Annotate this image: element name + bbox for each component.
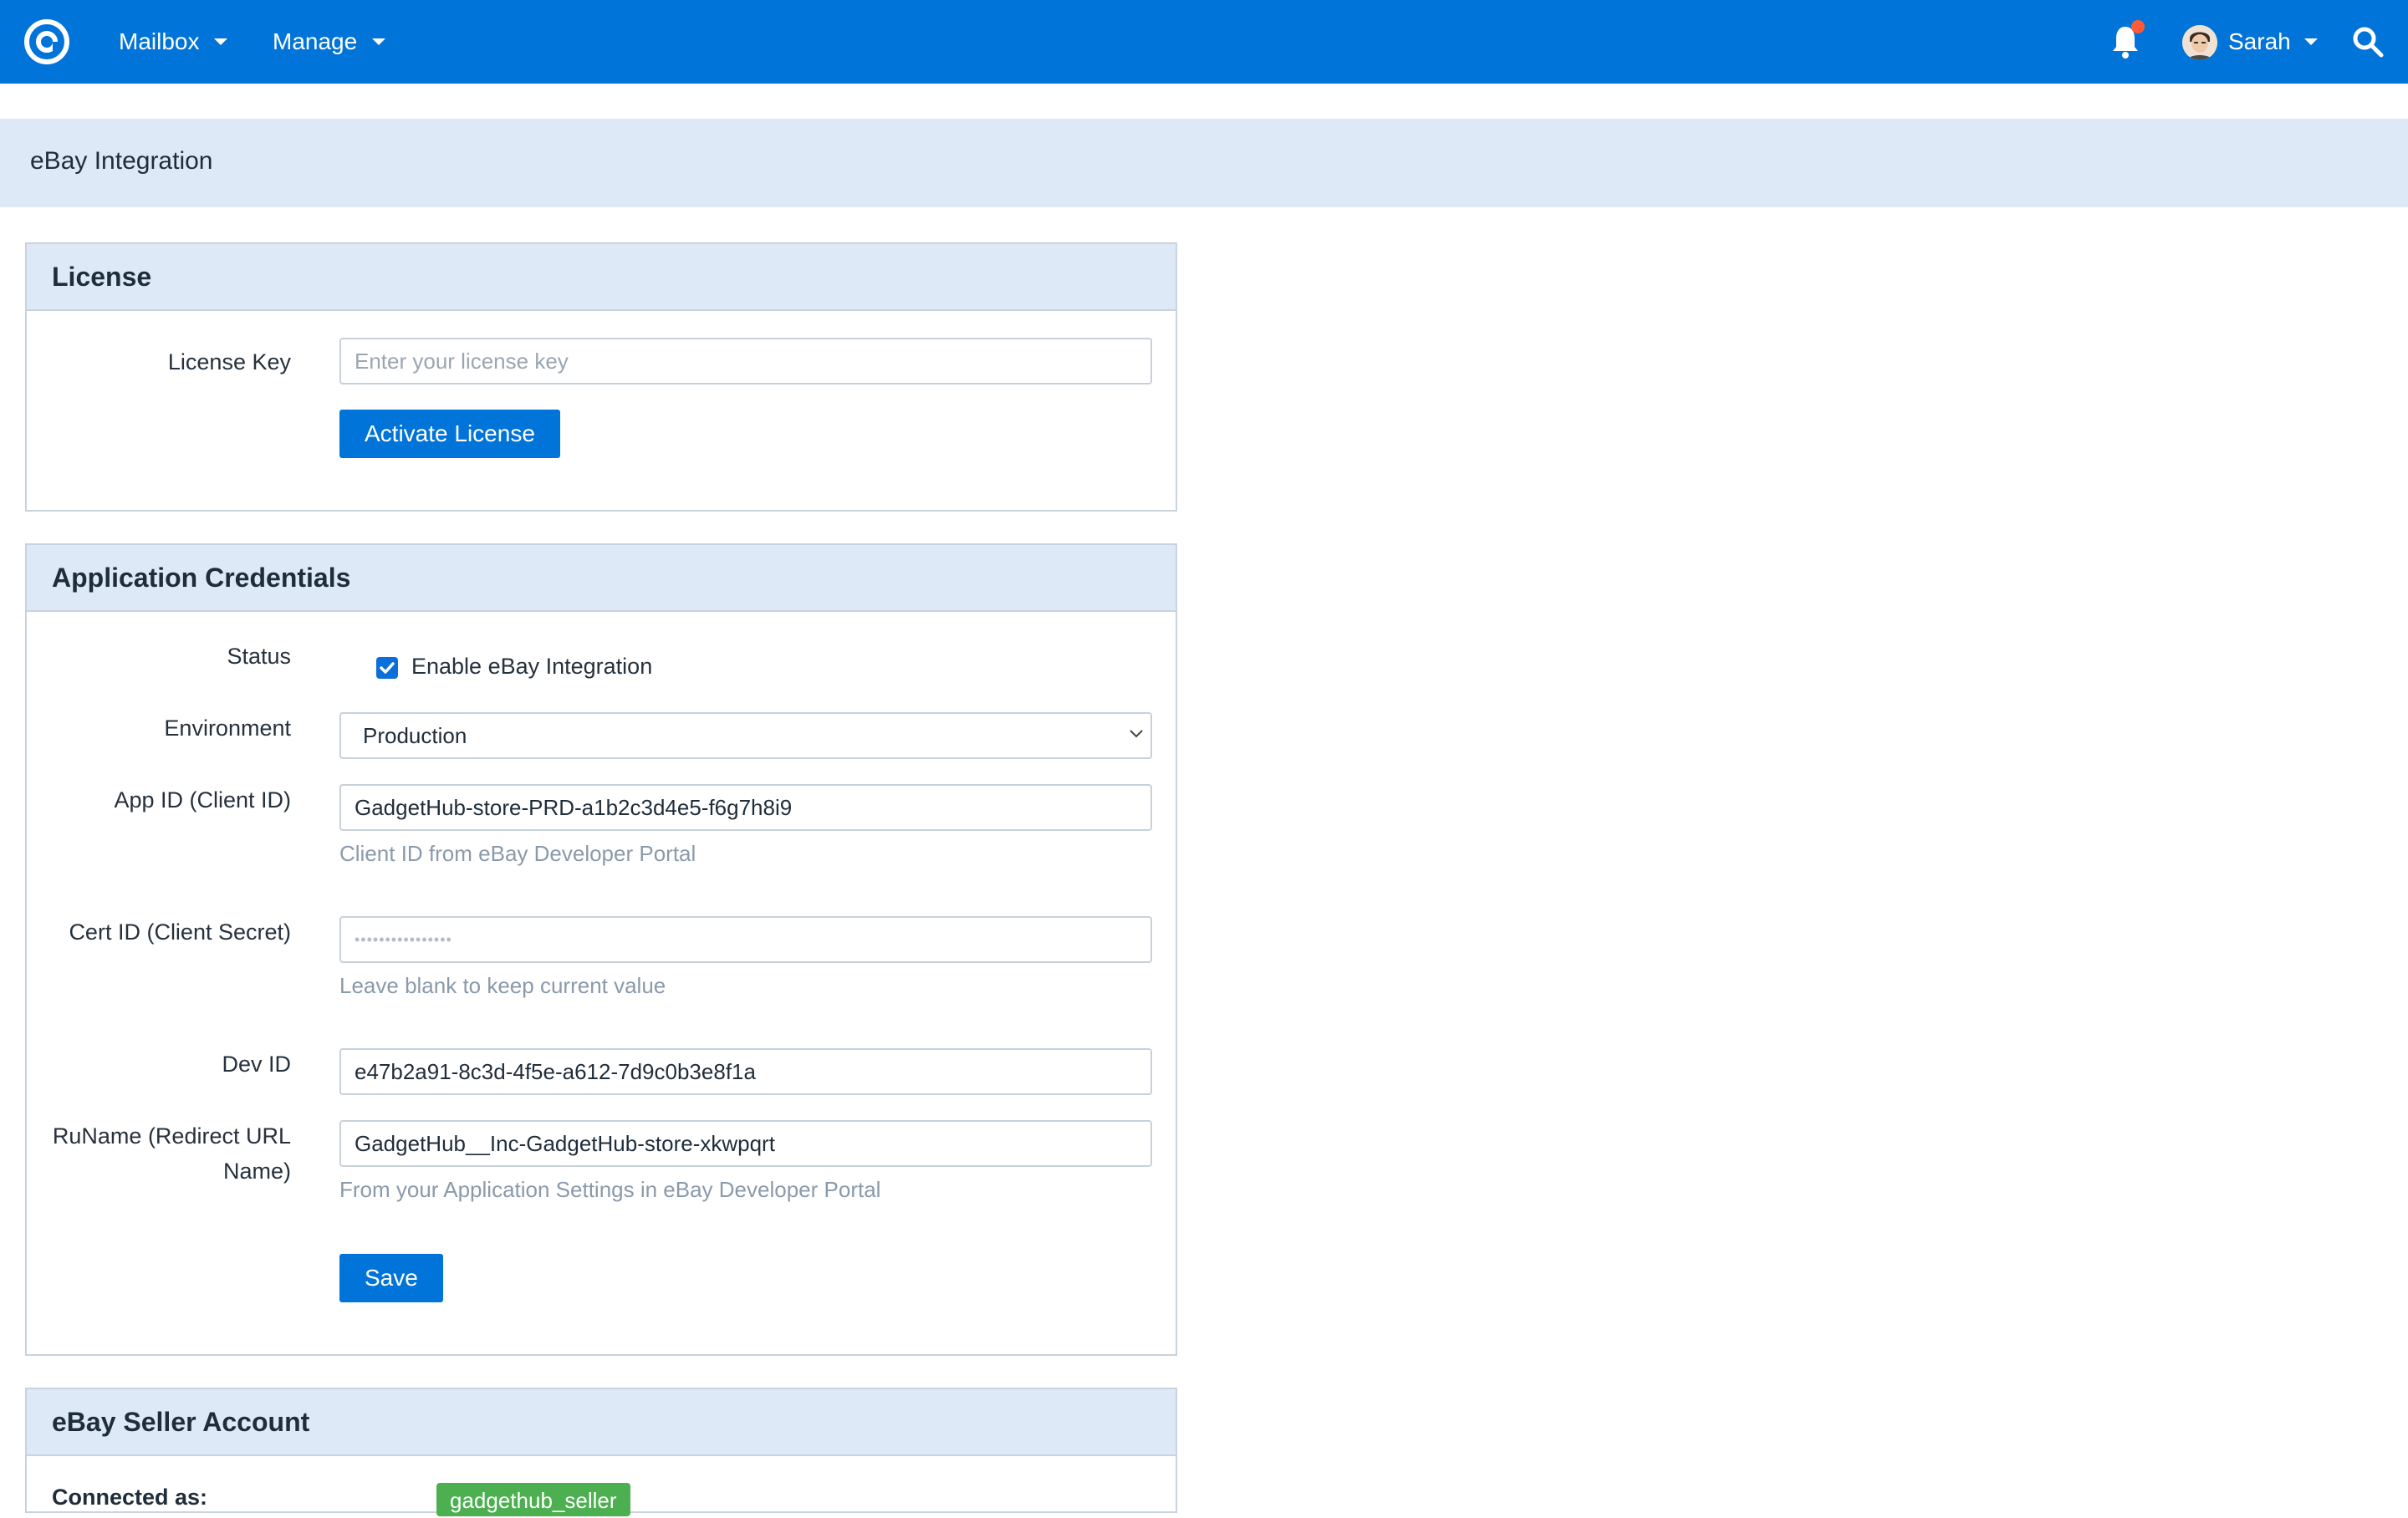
runame-help: From your Application Settings in eBay D… <box>339 1177 881 1202</box>
dev-id-label: Dev ID <box>222 1052 291 1077</box>
top-nav-bar: Mailbox Manage Sarah <box>0 0 2408 84</box>
status-label: Status <box>227 644 291 669</box>
checkbox-checked-icon <box>380 662 395 674</box>
nav-manage-label: Manage <box>273 28 358 54</box>
chevron-down-icon <box>214 38 228 45</box>
app-id-help: Client ID from eBay Developer Portal <box>339 841 696 866</box>
connected-as-label: Connected as: <box>52 1485 208 1510</box>
connected-account-badge: gadgethub_seller <box>436 1483 630 1516</box>
cert-id-input[interactable]: •••••••••••••••• <box>339 916 1152 963</box>
enable-integration-label[interactable]: Enable eBay Integration <box>411 654 652 680</box>
credentials-heading: Application Credentials <box>27 545 1176 612</box>
license-key-label: License Key <box>167 349 291 374</box>
chevron-down-icon <box>2303 38 2318 45</box>
save-button[interactable]: Save <box>339 1254 443 1302</box>
dev-id-input[interactable]: e47b2a91-8c3d-4f5e-a612-7d9c0b3e8f1a <box>339 1048 1152 1095</box>
environment-select[interactable]: Production <box>339 712 1152 759</box>
seller-heading: eBay Seller Account <box>27 1389 1176 1456</box>
runame-input[interactable]: GadgetHub__Inc-GadgetHub-store-xkwpqrt <box>339 1120 1152 1167</box>
environment-label: Environment <box>164 716 291 741</box>
page-title-band: eBay Integration <box>0 119 2408 207</box>
license-key-input[interactable]: Enter your license key <box>339 338 1152 385</box>
nav-manage-menu[interactable]: Manage <box>273 0 386 84</box>
license-panel: License License Key Enter your license k… <box>25 242 1177 512</box>
nav-mailbox-label: Mailbox <box>119 28 200 54</box>
environment-value: Production <box>363 723 467 748</box>
nav-mailbox-menu[interactable]: Mailbox <box>119 0 228 84</box>
app-logo-icon[interactable] <box>23 18 70 65</box>
runame-label-line2: Name) <box>222 1159 291 1184</box>
search-icon[interactable] <box>2351 25 2385 59</box>
cert-id-help: Leave blank to keep current value <box>339 973 666 998</box>
page-title: eBay Integration <box>30 147 213 175</box>
license-heading: License <box>27 244 1176 311</box>
chevron-down-icon <box>1130 730 1143 738</box>
app-id-input[interactable]: GadgetHub-store-PRD-a1b2c3d4e5-f6g7h8i9 <box>339 784 1152 831</box>
user-name: Sarah <box>2228 28 2291 54</box>
user-menu[interactable]: Sarah <box>2228 0 2318 84</box>
credentials-panel: Application Credentials Status Enable eB… <box>25 543 1177 1356</box>
enable-integration-checkbox[interactable] <box>376 657 398 679</box>
cert-id-label: Cert ID (Client Secret) <box>69 919 291 945</box>
runame-label: RuName (Redirect URL Name) <box>27 1118 291 1189</box>
activate-license-button[interactable]: Activate License <box>339 410 560 458</box>
seller-account-panel: eBay Seller Account Connected as: gadget… <box>25 1388 1177 1516</box>
notification-dot <box>2131 20 2145 33</box>
chevron-down-icon <box>372 38 386 45</box>
app-id-label: App ID (Client ID) <box>114 787 291 812</box>
runame-label-line1: RuName (Redirect URL <box>52 1123 291 1149</box>
avatar[interactable] <box>2182 25 2217 60</box>
